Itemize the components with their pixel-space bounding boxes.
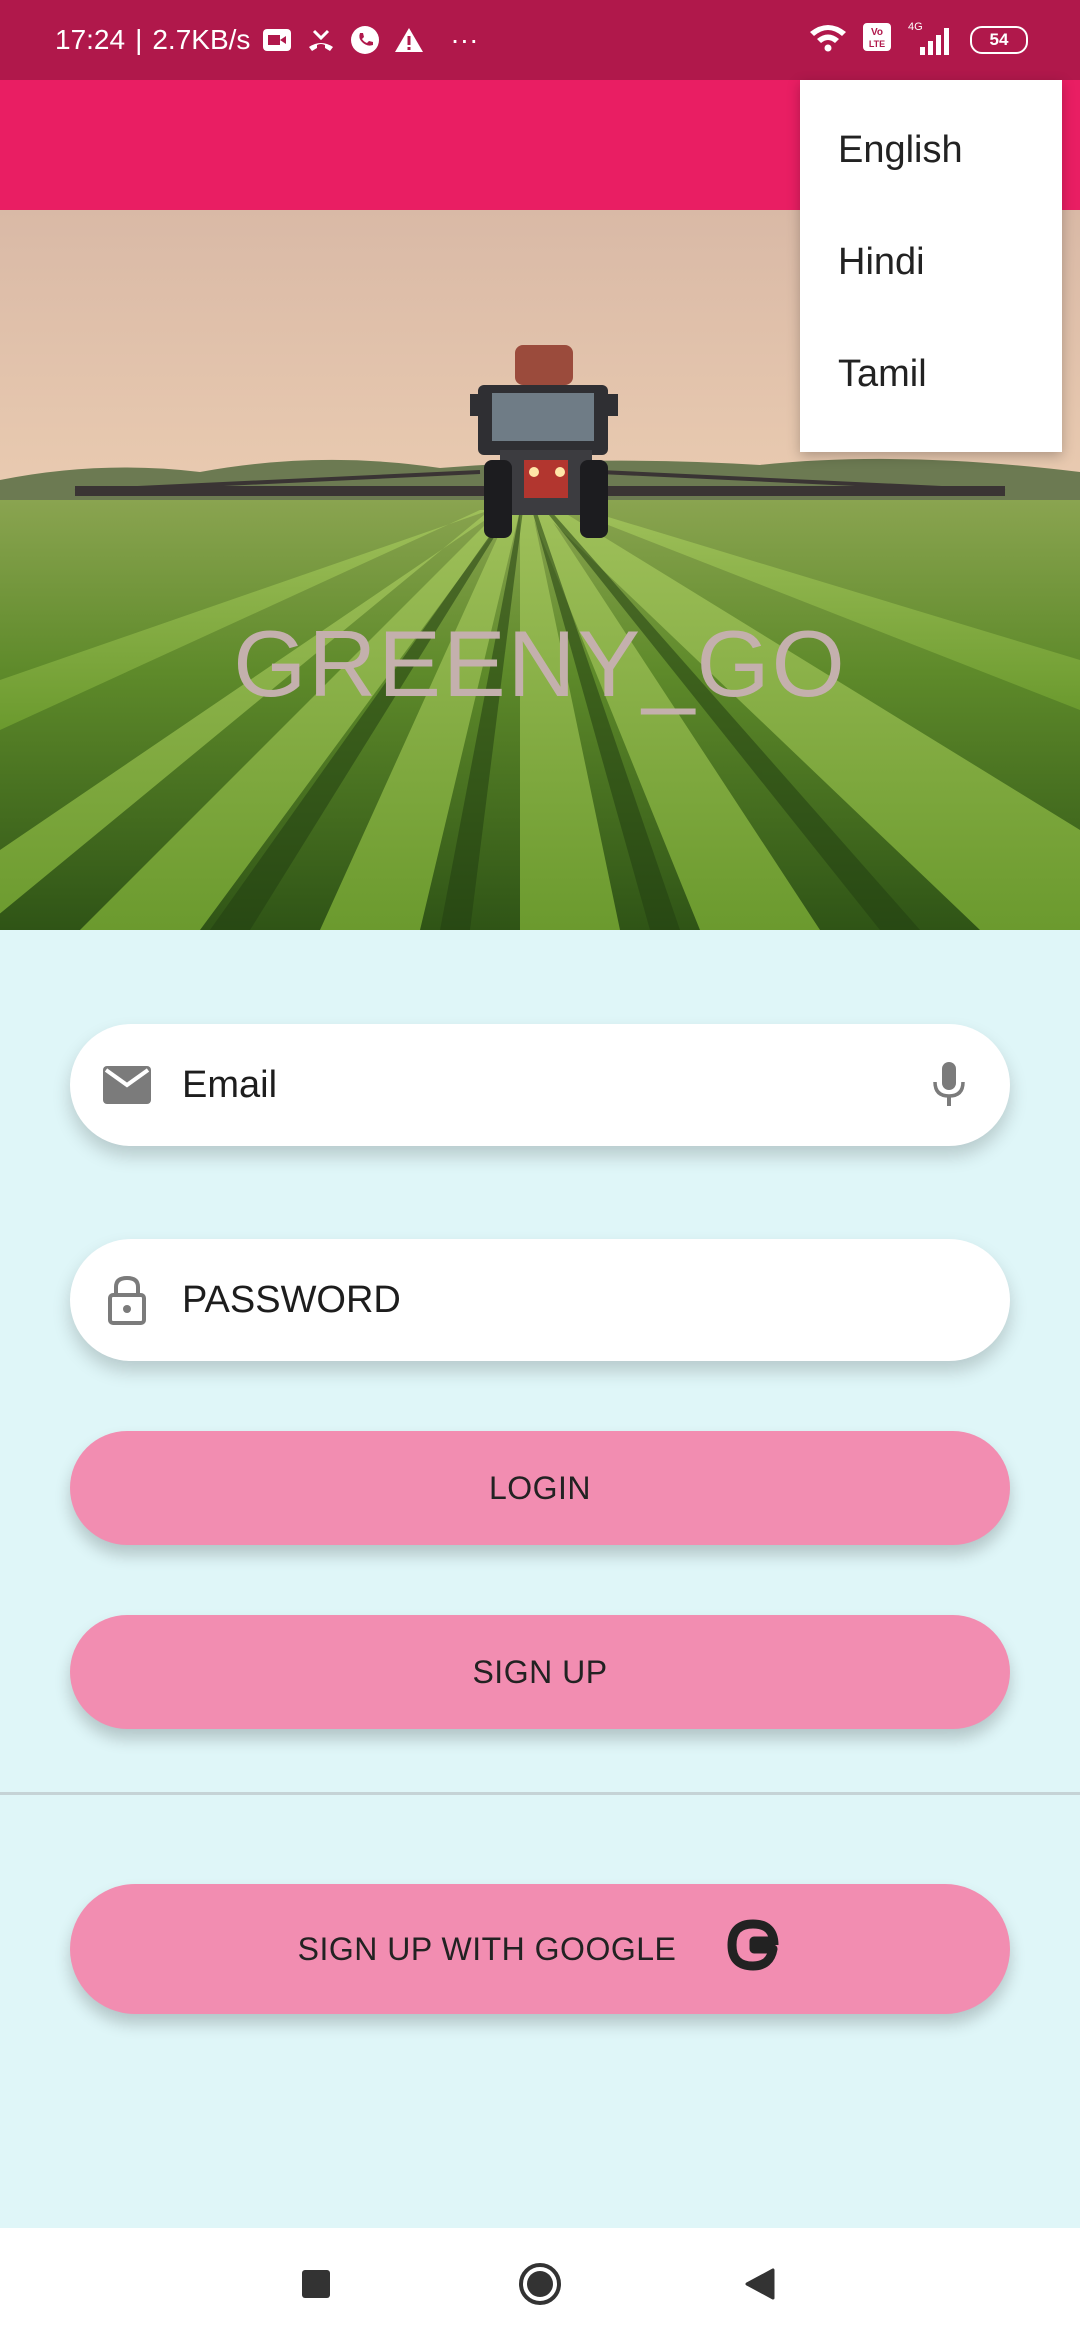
- video-call-icon: [260, 23, 294, 57]
- phone-icon: [348, 23, 382, 57]
- wifi-icon: [808, 22, 848, 59]
- battery-indicator: 54: [970, 26, 1028, 54]
- microphone-icon[interactable]: [922, 1058, 976, 1112]
- signal-icon: 4G: [906, 21, 956, 57]
- menu-item-hindi[interactable]: Hindi: [800, 206, 1062, 318]
- password-field[interactable]: PASSWORD: [70, 1239, 1010, 1361]
- missed-call-icon: [304, 23, 338, 57]
- login-button[interactable]: LOGIN: [70, 1431, 1010, 1545]
- language-menu: English Hindi Tamil: [800, 80, 1062, 452]
- navigation-bar: [0, 2228, 1080, 2340]
- google-signup-label: SIGN UP WITH GOOGLE: [297, 1930, 677, 1967]
- google-icon: [724, 1916, 782, 1982]
- divider: [0, 1792, 1080, 1795]
- email-field[interactable]: Email: [70, 1024, 1010, 1146]
- svg-text:Vo: Vo: [871, 27, 883, 38]
- menu-item-english[interactable]: English: [800, 94, 1062, 206]
- signup-button-label: SIGN UP: [472, 1653, 608, 1690]
- back-icon[interactable]: [734, 2258, 786, 2310]
- lock-icon: [100, 1273, 154, 1327]
- menu-item-tamil[interactable]: Tamil: [800, 318, 1062, 430]
- warning-icon: [392, 23, 426, 57]
- recents-icon[interactable]: [290, 2258, 342, 2310]
- app-title: GREENY_GO: [233, 611, 847, 716]
- password-placeholder[interactable]: PASSWORD: [182, 1279, 1010, 1322]
- google-signup-button[interactable]: SIGN UP WITH GOOGLE: [70, 1884, 1010, 2014]
- status-net-speed: 2.7KB/s: [152, 24, 251, 55]
- home-icon[interactable]: [514, 2258, 566, 2310]
- status-time: 17:24: [55, 24, 126, 55]
- status-separator: |: [135, 24, 143, 55]
- status-bar: 17:24 | 2.7KB/s ··· Vo LTE 4G 54: [0, 0, 1080, 80]
- svg-text:LTE: LTE: [869, 39, 885, 49]
- volte-icon: Vo LTE: [862, 22, 892, 59]
- more-notifications: ···: [450, 24, 479, 55]
- login-button-label: LOGIN: [488, 1469, 592, 1506]
- email-placeholder[interactable]: Email: [182, 1064, 922, 1107]
- email-icon: [100, 1058, 154, 1112]
- signup-button[interactable]: SIGN UP: [70, 1615, 1010, 1729]
